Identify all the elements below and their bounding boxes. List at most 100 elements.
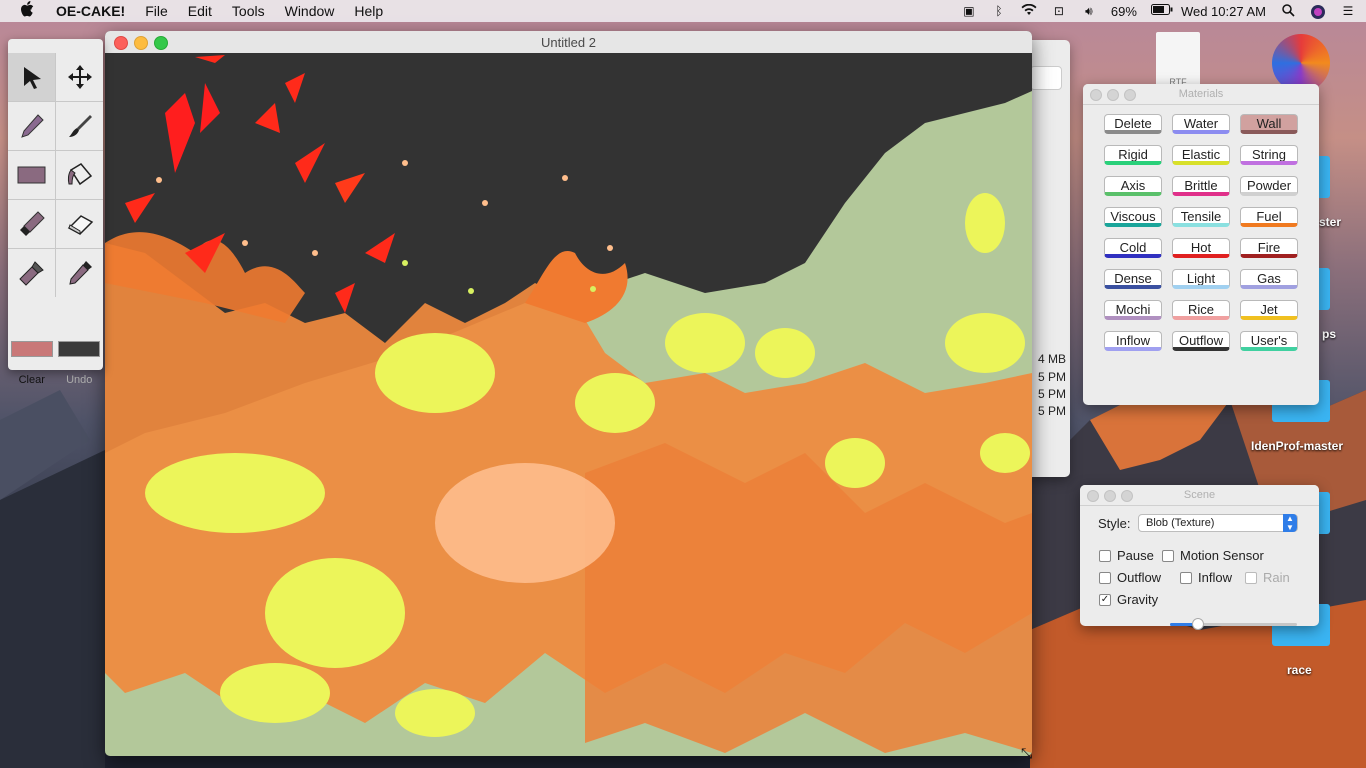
material-rigid-button[interactable]: Rigid <box>1104 145 1162 165</box>
move-tool-button[interactable] <box>56 53 103 101</box>
menu-window[interactable]: Window <box>285 3 335 19</box>
material-outflow-button[interactable]: Outflow <box>1172 331 1230 351</box>
gravity-slider-knob[interactable] <box>1192 618 1204 630</box>
brush-tool-button[interactable] <box>56 102 103 150</box>
gravity-slider[interactable] <box>1170 618 1297 630</box>
materials-grid: Delete Water Wall Rigid Elastic String Axis Bri… <box>1104 114 1300 351</box>
undo-button[interactable]: Undo <box>56 370 104 386</box>
siri-icon[interactable] <box>1310 4 1326 19</box>
chevron-updown-icon: ▲ ▼ <box>1283 514 1297 532</box>
scene-panel: Scene Style: Blob (Texture) ▲ ▼ Pause Mot… <box>1080 485 1319 630</box>
material-fuel-button[interactable]: Fuel <box>1240 207 1298 227</box>
material-viscous-button[interactable]: Viscous <box>1104 207 1162 227</box>
pause-checkbox[interactable]: Pause <box>1099 548 1154 563</box>
eyedropper-icon <box>68 261 92 285</box>
notification-center-icon[interactable]: ☰ <box>1340 4 1356 18</box>
volume-icon[interactable]: 🔊︎ <box>1081 4 1097 18</box>
eraser-icon <box>67 215 93 235</box>
pause-label: Pause <box>1117 548 1154 563</box>
file-date: 5 PM <box>1037 387 1066 401</box>
file-date: 5 PM <box>1037 370 1066 384</box>
material-hot-button[interactable]: Hot <box>1172 238 1230 258</box>
material-elastic-button[interactable]: Elastic <box>1172 145 1230 165</box>
battery-percent: 69% <box>1110 3 1137 19</box>
material-light-button[interactable]: Light <box>1172 269 1230 289</box>
material-powder-button[interactable]: Powder <box>1240 176 1298 196</box>
desktop-label[interactable]: ster <box>1319 215 1341 229</box>
menu-bar: OE-CAKE! File Edit Tools Window Help ▣ ᛒ… <box>0 0 1366 22</box>
checkbox-icon <box>1099 571 1111 584</box>
menu-help[interactable]: Help <box>354 3 383 19</box>
material-cold-button[interactable]: Cold <box>1104 238 1162 258</box>
wifi-icon[interactable] <box>1021 3 1037 18</box>
primary-color-swatch[interactable] <box>11 341 53 357</box>
box-icon[interactable]: ▣ <box>961 4 977 18</box>
apple-menu-icon[interactable] <box>20 1 38 21</box>
file-size: 4 MB <box>1037 352 1066 366</box>
checkbox-icon <box>1162 549 1174 562</box>
menu-app[interactable]: OE-CAKE! <box>56 3 125 19</box>
gravity-checkbox[interactable]: ✓ Gravity <box>1099 592 1158 607</box>
finder-window[interactable]: 4 MB 5 PM 5 PM 5 PM <box>1030 40 1070 477</box>
rectangle-tool-button[interactable] <box>8 151 55 199</box>
material-axis-button[interactable]: Axis <box>1104 176 1162 196</box>
checkbox-icon <box>1180 571 1192 584</box>
flashlight-tool-button[interactable] <box>8 249 55 297</box>
material-users-button[interactable]: User's <box>1240 331 1298 351</box>
material-delete-button[interactable]: Delete <box>1104 114 1162 134</box>
scene-titlebar: Scene <box>1080 485 1319 506</box>
spotlight-search-icon[interactable] <box>1280 4 1296 18</box>
menu-edit[interactable]: Edit <box>188 3 212 19</box>
rain-checkbox[interactable]: Rain <box>1245 570 1290 585</box>
desktop-label[interactable]: ps <box>1322 327 1336 341</box>
material-dense-button[interactable]: Dense <box>1104 269 1162 289</box>
desktop-label[interactable]: IdenProf-master <box>1251 439 1343 453</box>
material-wall-button[interactable]: Wall <box>1240 114 1298 134</box>
material-brittle-button[interactable]: Brittle <box>1172 176 1230 196</box>
outflow-checkbox[interactable]: Outflow <box>1099 570 1161 585</box>
gravity-label: Gravity <box>1117 592 1159 607</box>
material-water-button[interactable]: Water <box>1172 114 1230 134</box>
style-select[interactable]: Blob (Texture) ▲ ▼ <box>1138 514 1298 532</box>
material-fire-button[interactable]: Fire <box>1240 238 1298 258</box>
eraser-tool-button[interactable] <box>56 200 103 248</box>
select-tool-button[interactable] <box>8 53 55 101</box>
arrow-icon <box>23 67 41 89</box>
clock[interactable]: Wed 10:27 AM <box>1181 4 1266 19</box>
simulation-canvas[interactable] <box>105 53 1032 756</box>
menu-tools[interactable]: Tools <box>232 3 265 19</box>
rtf-document-icon[interactable]: RTF <box>1156 32 1200 88</box>
motion-sensor-label: Motion Sensor <box>1180 548 1264 563</box>
material-gas-button[interactable]: Gas <box>1240 269 1298 289</box>
airplay-icon[interactable]: ⊡ <box>1051 4 1067 18</box>
move-arrows-icon <box>67 65 92 89</box>
material-string-button[interactable]: String <box>1240 145 1298 165</box>
resize-icon[interactable]: ⤡ <box>1021 745 1032 762</box>
fill-tool-button[interactable] <box>56 151 103 199</box>
material-mochi-button[interactable]: Mochi <box>1104 300 1162 320</box>
motion-sensor-checkbox[interactable]: Motion Sensor <box>1162 548 1264 563</box>
tool-grid <box>8 53 103 297</box>
inflow-checkbox[interactable]: Inflow <box>1180 570 1232 585</box>
material-rice-button[interactable]: Rice <box>1172 300 1230 320</box>
outflow-label: Outflow <box>1117 570 1162 585</box>
window-title: Untitled 2 <box>541 35 596 50</box>
brush-icon <box>68 115 92 137</box>
clear-button[interactable]: Clear <box>8 370 56 386</box>
battery-icon[interactable] <box>1150 4 1173 18</box>
pencil-tool-button[interactable] <box>8 102 55 150</box>
secondary-color-swatch[interactable] <box>58 341 100 357</box>
knife-tool-button[interactable] <box>8 200 55 248</box>
material-jet-button[interactable]: Jet <box>1240 300 1298 320</box>
dropper-tool-button[interactable] <box>56 249 103 297</box>
file-date: 5 PM <box>1037 404 1066 418</box>
material-inflow-button[interactable]: Inflow <box>1104 331 1162 351</box>
material-tensile-button[interactable]: Tensile <box>1172 207 1230 227</box>
main-window: Untitled 2 <box>105 31 1032 756</box>
materials-title: Materials <box>1178 88 1224 100</box>
finder-search-field[interactable] <box>1030 66 1062 90</box>
desktop-label[interactable]: race <box>1287 663 1312 677</box>
materials-panel: Materials Delete Water Wall Rigid Elastic Str… <box>1083 84 1319 405</box>
bluetooth-icon[interactable]: ᛒ <box>991 4 1007 18</box>
menu-file[interactable]: File <box>145 3 168 19</box>
